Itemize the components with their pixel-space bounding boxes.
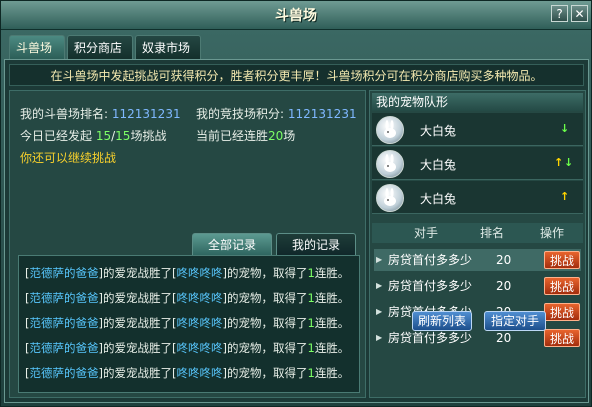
arena-panel: 在斗兽场中发起挑战可获得积分，胜者积分更丰厚！斗兽场积分可在积分商店购买多种物品… — [4, 59, 589, 403]
streak-stat: 当前已经连胜20场 — [196, 127, 295, 144]
rabbit-avatar-icon — [376, 184, 404, 212]
pet-name: 大白兔 — [420, 192, 457, 206]
title-bar: 斗兽场 ? ✕ — [1, 1, 591, 30]
pet-name: 大白兔 — [420, 158, 457, 172]
opponent-row[interactable]: ▶ 房贷首付多多少 20 挑战 — [374, 275, 581, 297]
record-row: [范德萨的爸爸]的爱宠战胜了[咚咚咚咚]的宠物，取得了1连胜。 — [25, 291, 350, 305]
col-action: 操作 — [540, 226, 565, 240]
record-opponent-name[interactable]: 咚咚咚咚 — [176, 366, 222, 380]
record-opponent-name[interactable]: 咚咚咚咚 — [176, 266, 222, 280]
stats-section: 我的斗兽场排名: 112131231 我的竞技场积分: 112131231 今日… — [9, 90, 366, 398]
assign-opponent-button[interactable]: 指定对手 — [484, 311, 546, 331]
points-value: 112131231 — [287, 107, 357, 121]
tab-slave-market[interactable]: 奴隶市场 — [135, 35, 201, 59]
opponent-rank: 20 — [496, 279, 512, 293]
opponent-name: 房贷首付多多少 — [388, 279, 473, 293]
record-player-name[interactable]: 范德萨的爸爸 — [30, 291, 99, 305]
record-opponent-name[interactable]: 咚咚咚咚 — [176, 316, 222, 330]
refresh-list-button[interactable]: 刷新列表 — [412, 311, 472, 331]
triangle-icon: ▶ — [376, 333, 383, 342]
challenge-button[interactable]: 挑战 — [544, 303, 580, 321]
pet-slot[interactable]: 大白兔 ↑ ↓ — [372, 147, 583, 180]
record-player-name[interactable]: 范德萨的爸爸 — [30, 366, 99, 380]
opponent-name: 房贷首付多多少 — [388, 253, 473, 267]
tab-points-shop[interactable]: 积分商店 — [67, 35, 133, 59]
rabbit-avatar-icon — [376, 116, 404, 144]
challenge-button[interactable]: 挑战 — [544, 277, 580, 295]
streak-suffix: 场 — [283, 129, 296, 143]
rabbit-avatar-icon — [376, 150, 404, 178]
challenges-max: 15 — [115, 129, 131, 143]
opponent-row[interactable]: ▶ 房贷首付多多少 20 挑战 — [374, 301, 581, 323]
record-row: [范德萨的爸爸]的爱宠战胜了[咚咚咚咚]的宠物，取得了1连胜。 — [25, 266, 350, 280]
pet-name: 大白兔 — [420, 124, 457, 138]
triangle-icon: ▶ — [376, 281, 383, 290]
arrow-up-icon[interactable]: ↑ — [560, 190, 569, 203]
record-row: [范德萨的爸爸]的爱宠战胜了[咚咚咚咚]的宠物，取得了1连胜。 — [25, 316, 350, 330]
col-opponent: 对手 — [414, 226, 439, 240]
challenges-done: 15 — [95, 129, 112, 143]
record-player-name[interactable]: 范德萨的爸爸 — [30, 316, 99, 330]
team-section: 我的宠物队形 大白兔 ↓ 大白兔 ↑ ↓ 大白兔 ↑ 对手 排名 操作 ▶ 房贷… — [369, 90, 586, 398]
pet-slot[interactable]: 大白兔 ↑ — [372, 181, 583, 214]
tab-all-records[interactable]: 全部记录 — [192, 233, 272, 255]
challenges-suffix: 场挑战 — [130, 129, 167, 143]
challenges-stat: 今日已经发起 15/15场挑战 — [20, 127, 166, 144]
points-label: 我的竞技场积分: — [196, 107, 285, 121]
record-row: [范德萨的爸爸]的爱宠战胜了[咚咚咚咚]的宠物，取得了1连胜。 — [25, 366, 350, 380]
rank-label: 我的斗兽场排名: — [20, 107, 109, 121]
pet-slot[interactable]: 大白兔 ↓ — [372, 113, 583, 146]
tab-my-records[interactable]: 我的记录 — [276, 233, 356, 255]
triangle-icon: ▶ — [376, 255, 383, 264]
arrow-up-icon[interactable]: ↑ — [554, 156, 563, 169]
record-player-name[interactable]: 范德萨的爸爸 — [30, 341, 99, 355]
record-player-name[interactable]: 范德萨的爸爸 — [30, 266, 99, 280]
streak-prefix: 当前已经连胜 — [196, 129, 269, 143]
close-button[interactable]: ✕ — [571, 5, 588, 22]
tab-arena[interactable]: 斗兽场 — [9, 35, 65, 59]
opponent-rank: 20 — [496, 253, 512, 267]
challenge-button[interactable]: 挑战 — [544, 329, 580, 347]
rank-value: 112131231 — [111, 107, 181, 121]
help-button[interactable]: ? — [551, 5, 568, 22]
challenges-prefix: 今日已经发起 — [20, 129, 93, 143]
arrow-down-icon[interactable]: ↓ — [560, 122, 569, 135]
rank-stat: 我的斗兽场排名: 112131231 — [20, 105, 181, 122]
opponents-header: 对手 排名 操作 — [372, 223, 583, 243]
records-list: [范德萨的爸爸]的爱宠战胜了[咚咚咚咚]的宠物，取得了1连胜。 [范德萨的爸爸]… — [18, 255, 360, 393]
challenge-button[interactable]: 挑战 — [544, 251, 580, 269]
continue-hint: 你还可以继续挑战 — [20, 151, 117, 165]
opponent-row[interactable]: ▶ 房贷首付多多少 20 挑战 — [374, 327, 581, 349]
arrow-down-icon[interactable]: ↓ — [564, 156, 573, 169]
points-stat: 我的竞技场积分: 112131231 — [196, 105, 357, 122]
team-header: 我的宠物队形 — [372, 93, 583, 111]
record-opponent-name[interactable]: 咚咚咚咚 — [176, 341, 222, 355]
notice-banner: 在斗兽场中发起挑战可获得积分，胜者积分更丰厚！斗兽场积分可在积分商店购买多种物品… — [9, 64, 584, 86]
arena-window: 斗兽场 ? ✕ 斗兽场 积分商店 奴隶市场 在斗兽场中发起挑战可获得积分，胜者积… — [0, 0, 592, 407]
col-rank: 排名 — [480, 226, 505, 240]
window-title: 斗兽场 — [275, 8, 317, 24]
streak-value: 20 — [268, 129, 284, 143]
record-row: [范德萨的爸爸]的爱宠战胜了[咚咚咚咚]的宠物，取得了1连胜。 — [25, 341, 350, 355]
record-opponent-name[interactable]: 咚咚咚咚 — [176, 291, 222, 305]
triangle-icon: ▶ — [376, 307, 383, 316]
opponent-row[interactable]: ▶ 房贷首付多多少 20 挑战 — [374, 249, 581, 271]
